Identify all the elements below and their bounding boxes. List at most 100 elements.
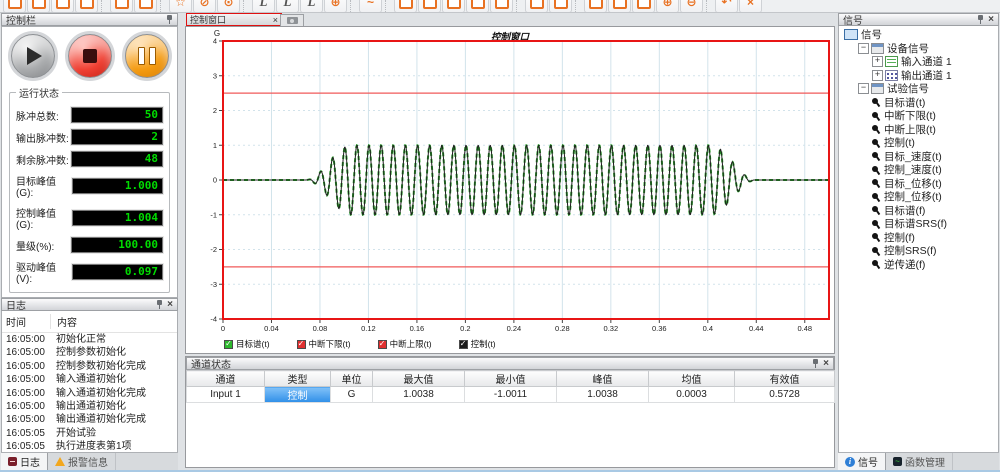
clock-icon[interactable]: ⊙ [217, 0, 240, 13]
log-list: 时间 内容 16:05:00初始化正常16:05:00控制参数初始化16:05:… [1, 311, 178, 453]
column-header[interactable]: 通道 [187, 371, 265, 387]
tree-item-控制_位移(t)[interactable]: 控制_位移(t) [839, 190, 998, 204]
log-row[interactable]: 16:05:05开始试验 [2, 427, 177, 440]
column-header[interactable]: 均值 [649, 371, 735, 387]
tree-item-中断下限(t)[interactable]: 中断下限(t) [839, 109, 998, 123]
column-header[interactable]: 最小值 [465, 371, 557, 387]
stop-button[interactable] [68, 34, 112, 78]
layout-grid-3-icon[interactable] [442, 0, 465, 13]
log-row[interactable]: 16:05:00输入通道初始化完成 [2, 387, 177, 400]
collapse-icon[interactable]: − [858, 43, 869, 54]
tree-item-设备信号[interactable]: −设备信号 [839, 42, 998, 56]
table-row[interactable]: Input 1控制G1.0038-1.00111.00380.00030.572… [187, 387, 835, 403]
pause-button[interactable] [125, 34, 169, 78]
favorite-icon[interactable]: ☆ [169, 0, 192, 13]
legend-label: 中断下限(t) [309, 338, 351, 350]
led-display: 1.004 [72, 210, 163, 226]
language-globe-icon[interactable]: ⊕ [324, 0, 347, 13]
legend-checkbox[interactable]: ✓ [459, 340, 468, 349]
column-header[interactable]: 有效值 [735, 371, 835, 387]
tree-item-信号[interactable]: 信号 [839, 28, 998, 42]
expand-icon[interactable]: + [872, 56, 883, 67]
tree-item-控制(f)[interactable]: 控制(f) [839, 231, 998, 245]
close-icon[interactable]: × [988, 15, 994, 25]
tree-item-目标_位移(t)[interactable]: 目标_位移(t) [839, 177, 998, 191]
column-header[interactable]: 最大值 [373, 371, 465, 387]
tab-日志[interactable]: 日志 [1, 453, 48, 470]
status-field-label: 输出脉冲数: [16, 130, 69, 145]
rotate-device-icon[interactable] [525, 0, 548, 13]
zoom-out-icon[interactable]: ⊖ [680, 0, 703, 13]
log-row[interactable]: 16:05:00初始化正常 [2, 333, 177, 346]
legend-checkbox[interactable]: ✓ [224, 340, 233, 349]
close-icon[interactable]: × [167, 300, 173, 310]
fit-height-icon[interactable] [608, 0, 631, 13]
tab-函数管理[interactable]: ~函数管理 [886, 453, 953, 470]
zoom-in-icon[interactable]: ⊕ [656, 0, 679, 13]
toolbar-separator [160, 0, 166, 12]
chart-view-2-icon[interactable] [490, 0, 513, 13]
legend-checkbox[interactable]: ✓ [378, 340, 387, 349]
status-field-row: 输出脉冲数:2 [16, 129, 163, 145]
chart-view-1-icon[interactable] [466, 0, 489, 13]
tree-item-目标_速度(t)[interactable]: 目标_速度(t) [839, 150, 998, 164]
add-device-icon[interactable] [549, 0, 572, 13]
close-icon[interactable]: × [823, 359, 829, 369]
tab-control-window[interactable]: 控制窗口 × [186, 13, 282, 26]
log-x-icon[interactable]: L [252, 0, 275, 13]
log-xy-icon[interactable]: L [300, 0, 323, 13]
log-row[interactable]: 16:05:00控制参数初始化完成 [2, 360, 177, 373]
status-field-label: 脉冲总数: [16, 108, 59, 123]
undo-icon[interactable]: ↶ [715, 0, 738, 13]
log-icon [8, 457, 17, 466]
chart-view-1-glyph [471, 0, 485, 9]
tree-item-中断上限(t)[interactable]: 中断上限(t) [839, 123, 998, 137]
exit-icon[interactable]: × [739, 0, 762, 13]
svg-text:-2: -2 [210, 245, 217, 254]
pin-icon[interactable] [156, 300, 163, 309]
tree-item-目标谱(t)[interactable]: 目标谱(t) [839, 96, 998, 110]
log-content: 输出通道初始化完成 [56, 413, 146, 426]
tree-item-控制SRS(f)[interactable]: 控制SRS(f) [839, 244, 998, 258]
log-y-icon[interactable]: L [276, 0, 299, 13]
log-row[interactable]: 16:05:00输出通道初始化完成 [2, 413, 177, 426]
tree-item-试验信号[interactable]: −试验信号 [839, 82, 998, 96]
tab-报警信息[interactable]: 报警信息 [48, 453, 116, 470]
start-button[interactable] [11, 34, 55, 78]
layout-grid-2-icon[interactable] [418, 0, 441, 13]
table-cell: G [331, 387, 373, 403]
pin-icon[interactable] [166, 15, 173, 24]
collapse-icon[interactable]: − [858, 83, 869, 94]
log-row[interactable]: 16:05:00输出通道初始化 [2, 400, 177, 413]
table-cell: -1.0011 [465, 387, 557, 403]
fit-width-icon[interactable] [584, 0, 607, 13]
channel-status-titlebar: 通道状态 × [186, 357, 834, 370]
tree-item-输出通道 1[interactable]: +输出通道 1 [839, 69, 998, 83]
log-row[interactable]: 16:05:00输入通道初始化 [2, 373, 177, 386]
tree-item-目标谱(f)[interactable]: 目标谱(f) [839, 204, 998, 218]
tree-item-逆传递(f)[interactable]: 逆传递(f) [839, 258, 998, 272]
workspace: 控制窗口 × 控制窗口 43210-1-2-3-400.040.080.120.… [185, 13, 835, 470]
tree-item-输入通道 1[interactable]: +输入通道 1 [839, 55, 998, 69]
column-header[interactable]: 单位 [331, 371, 373, 387]
expand-icon[interactable]: + [872, 70, 883, 81]
pin-icon[interactable] [977, 15, 984, 24]
stop-sign-icon[interactable]: ⊘ [193, 0, 216, 13]
signal-icon [872, 232, 881, 242]
tree-item-控制(t)[interactable]: 控制(t) [839, 136, 998, 150]
signal-tree: 信号−设备信号+输入通道 1+输出通道 1−试验信号目标谱(t)中断下限(t)中… [838, 26, 999, 453]
layout-grid-1-icon[interactable] [394, 0, 417, 13]
close-file-glyph [56, 0, 70, 9]
tree-item-目标谱SRS(f)[interactable]: 目标谱SRS(f) [839, 217, 998, 231]
waveform-icon[interactable]: ~ [359, 0, 382, 13]
tab-close-icon[interactable]: × [273, 15, 278, 25]
log-row[interactable]: 16:05:00控制参数初始化 [2, 346, 177, 359]
select-region-icon[interactable] [632, 0, 655, 13]
tree-item-控制_速度(t)[interactable]: 控制_速度(t) [839, 163, 998, 177]
signal-icon [872, 138, 881, 148]
legend-checkbox[interactable]: ✓ [297, 340, 306, 349]
tab-信号[interactable]: i信号 [838, 453, 886, 470]
column-header[interactable]: 峰值 [557, 371, 649, 387]
column-header[interactable]: 类型 [265, 371, 331, 387]
pin-icon[interactable] [812, 359, 819, 368]
